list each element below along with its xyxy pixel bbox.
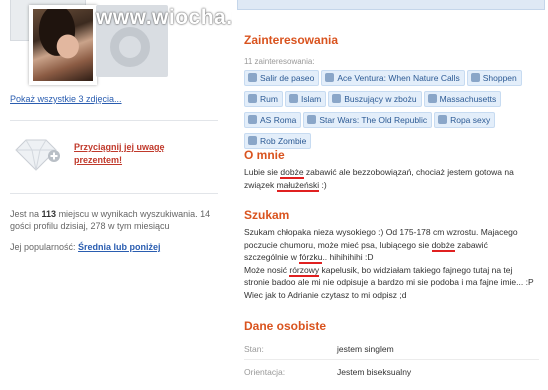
rank-number: 113: [41, 209, 57, 219]
placeholder-icon: [110, 27, 150, 67]
gift-link-line1: Przyciągnij jej uwagę: [74, 142, 165, 152]
interest-tag[interactable]: Ace Ventura: When Nature Calls: [321, 70, 465, 86]
interests-count: 11 zainteresowania:: [244, 57, 315, 66]
divider: [10, 120, 218, 121]
interest-icon: [438, 115, 448, 124]
looking-t4: Może nosić: [244, 264, 290, 275]
gift-link[interactable]: Przyciągnij jej uwagę prezentem!: [74, 141, 165, 167]
interest-icon: [248, 73, 257, 82]
search-rank-text: Jest na 113 miejscu w wynikach wyszukiwa…: [10, 208, 220, 232]
about-heading: O mnie: [244, 148, 285, 162]
underlined-word: dobże: [431, 239, 455, 252]
interest-icon: [307, 115, 317, 124]
interest-tags: Salir de paseo Ace Ventura: When Nature C…: [244, 68, 544, 152]
profile-photo[interactable]: [29, 5, 97, 85]
looking-t3: .. hihihihihi :D: [322, 252, 374, 262]
interest-tag[interactable]: Massachusetts: [423, 91, 502, 107]
interest-icon: [248, 115, 257, 124]
interest-label: Rum: [260, 94, 278, 104]
interest-tag[interactable]: Islam: [284, 91, 327, 107]
interest-label: Massachusetts: [439, 94, 497, 104]
looking-heading: Szukam: [244, 208, 290, 222]
interest-icon: [248, 94, 257, 103]
underlined-word: fórzku: [299, 252, 323, 264]
about-t3: :): [319, 179, 327, 190]
interest-tag[interactable]: Shoppen: [466, 70, 522, 86]
orientation-value: Jestem biseksualny: [337, 367, 412, 377]
popularity: Jej popularność: Średnia lub poniżej: [10, 242, 161, 252]
interest-tag[interactable]: Star Wars: The Old Republic: [303, 112, 433, 128]
right-column: Zainteresowania 11 zainteresowania: Sali…: [232, 0, 548, 390]
about-t1: Lubie sie: [244, 167, 281, 177]
popularity-link[interactable]: Średnia lub poniżej: [78, 242, 161, 252]
gift-link-line2: prezentem!: [74, 155, 123, 165]
divider: [10, 193, 218, 194]
about-text: Lubie sie dobże zabawić ale bezzobowiąza…: [244, 166, 534, 192]
underlined-word: małużeński: [276, 179, 320, 192]
top-tab: [237, 0, 545, 10]
interest-tag[interactable]: Salir de paseo: [244, 70, 320, 86]
interest-tag[interactable]: AS Roma: [244, 112, 302, 128]
watermark: www.wiocha.pl: [96, 6, 253, 29]
interest-label: Shoppen: [482, 73, 517, 83]
diamond-gift-icon[interactable]: [10, 136, 62, 172]
interest-tag[interactable]: Ropa sexy: [434, 112, 496, 128]
interest-label: Salir de paseo: [260, 73, 315, 83]
interest-label: AS Roma: [260, 115, 297, 125]
orientation-label: Orientacja:: [244, 367, 286, 377]
status-value: jestem singlem: [337, 344, 394, 354]
interest-icon: [288, 94, 298, 103]
personal-heading: Dane osobiste: [244, 319, 327, 333]
interest-tag[interactable]: Rum: [244, 91, 283, 107]
left-column: www.wiocha.pl Pokaż wszystkie 3 zdjęcia.…: [0, 0, 252, 390]
interest-icon: [332, 94, 342, 103]
interest-label: Ropa sexy: [450, 115, 491, 125]
interest-icon: [248, 136, 257, 145]
underlined-word: rórzowy: [289, 264, 320, 277]
popularity-label: Jej popularność:: [10, 242, 79, 252]
interest-icon: [325, 73, 335, 82]
looking-text: Szukam chłopaka nieza wysokiego :) Od 17…: [244, 226, 534, 301]
interest-label: Star Wars: The Old Republic: [319, 115, 428, 125]
status-label: Stan:: [244, 344, 264, 354]
interest-label: Ace Ventura: When Nature Calls: [337, 73, 460, 83]
divider: [244, 359, 539, 360]
interest-tag[interactable]: Buszujący w zbożu: [328, 91, 422, 107]
interest-label: Buszujący w zbożu: [344, 94, 417, 104]
interests-heading: Zainteresowania: [244, 33, 339, 47]
rank-pre: Jest na: [10, 209, 42, 219]
interest-label: Rob Zombie: [260, 136, 307, 146]
show-all-photos-link[interactable]: Pokaż wszystkie 3 zdjęcia...: [10, 94, 122, 104]
interest-icon: [470, 73, 480, 82]
interest-icon: [427, 94, 437, 103]
interest-tag[interactable]: Rob Zombie: [244, 133, 312, 149]
underlined-word: dobże: [280, 167, 304, 179]
interest-label: Islam: [300, 94, 322, 104]
